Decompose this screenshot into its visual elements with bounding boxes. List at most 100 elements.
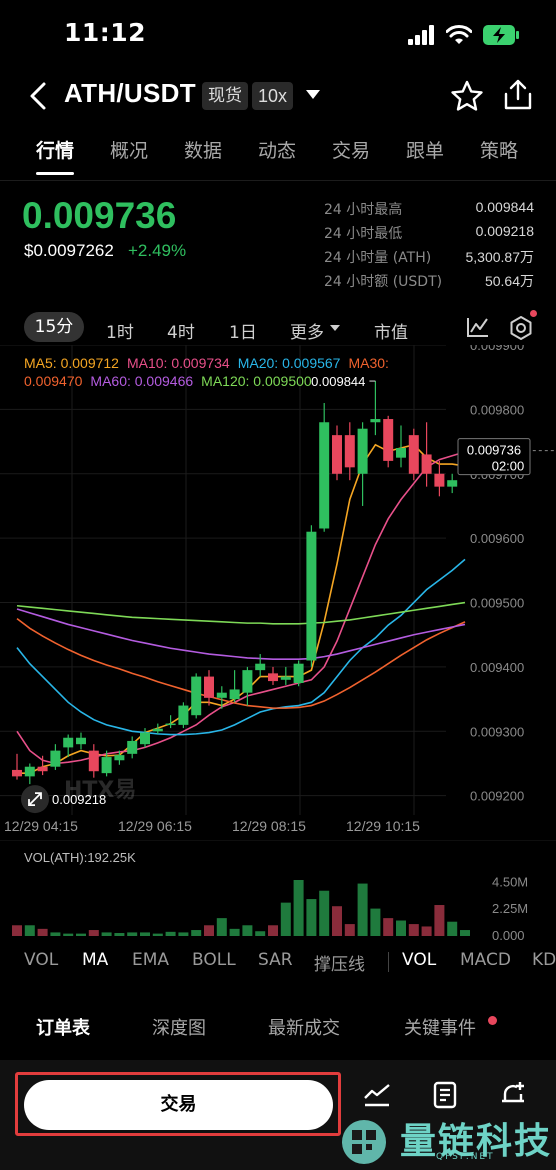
indicator-boll[interactable]: BOLL — [192, 950, 236, 970]
stat-value-24h-turnover: 50.64万 — [484, 273, 534, 289]
volume-bar — [280, 902, 291, 936]
ma-line-ma20 — [16, 558, 466, 736]
candle-body — [306, 531, 317, 661]
ma-line-ma5 — [17, 443, 466, 774]
expand-chart-icon — [21, 785, 49, 814]
notes-icon[interactable] — [430, 1080, 460, 1110]
tab-data[interactable]: 数据 — [184, 136, 222, 163]
candle-body — [447, 480, 458, 487]
interval-more[interactable]: 更多 — [290, 318, 324, 343]
tab-key-events[interactable]: 关键事件 — [404, 1014, 476, 1040]
candle-body — [140, 732, 150, 745]
ma30-legend: MA30: — [348, 355, 389, 371]
indicator-vol-main[interactable]: VOL — [24, 950, 58, 970]
volume-bar — [37, 928, 48, 936]
indicator-sar[interactable]: SAR — [258, 950, 293, 970]
candle-body — [12, 769, 22, 777]
status-time: 11:12 — [64, 18, 147, 47]
ma-line-ma60 — [16, 608, 466, 660]
stat-label-24h-low: 24 小时最低 — [324, 226, 403, 242]
volume-y-tick-label: 2.25M — [492, 901, 528, 916]
volume-bar — [178, 932, 189, 936]
interval-4h[interactable]: 4时 — [167, 318, 195, 343]
indicator-icon[interactable] — [466, 316, 490, 338]
volume-bar — [293, 880, 304, 936]
tab-depth-chart[interactable]: 深度图 — [152, 1014, 206, 1040]
candle-body — [50, 750, 61, 767]
volume-bar — [242, 925, 253, 936]
candle-body — [76, 737, 86, 745]
signal-icon — [408, 25, 434, 45]
interval-market-cap[interactable]: 市值 — [374, 318, 408, 343]
bottom-tabs: 订单表 深度图 最新成交 关键事件 — [0, 1014, 556, 1044]
interval-1h[interactable]: 1时 — [106, 318, 134, 343]
tab-copy-trade[interactable]: 跟单 — [406, 136, 444, 163]
chart-toggle-icon[interactable] — [362, 1080, 392, 1110]
chart-settings-icon[interactable] — [508, 315, 534, 341]
pair-dropdown-icon[interactable] — [306, 90, 320, 99]
tab-order-book[interactable]: 订单表 — [36, 1014, 90, 1040]
volume-bar — [421, 926, 432, 936]
volume-bar — [216, 918, 227, 936]
x-axis-label: 12/29 06:15 — [118, 818, 192, 834]
volume-y-tick-label: 0.000 — [492, 928, 525, 940]
volume-bar — [229, 928, 240, 936]
volume-bar — [447, 921, 458, 936]
volume-bar — [204, 925, 214, 936]
volume-bar — [357, 883, 368, 936]
tab-strategy[interactable]: 策略 — [480, 136, 518, 163]
volume-bar — [434, 905, 445, 936]
candle-body — [293, 663, 304, 684]
interval-1d[interactable]: 1日 — [229, 318, 257, 343]
indicator-kd[interactable]: KD — [532, 950, 556, 970]
tab-overview[interactable]: 概况 — [110, 136, 148, 163]
volume-bar — [255, 931, 266, 936]
stat-value-24h-volume: 5,300.87万 — [465, 249, 535, 265]
trade-button[interactable]: 交易 — [24, 1080, 333, 1130]
candle-body — [408, 435, 419, 474]
volume-bar — [24, 925, 35, 936]
candle-body — [421, 454, 432, 474]
candle-body — [191, 676, 202, 716]
candle-body — [383, 419, 394, 461]
trading-pair-title[interactable]: ATH/USDT — [64, 78, 196, 109]
add-alert-icon[interactable] — [498, 1080, 528, 1110]
header-divider — [0, 180, 556, 181]
indicator-macd[interactable]: MACD — [460, 950, 511, 970]
market-type-badge: 现货 — [202, 82, 248, 110]
x-axis-label: 12/29 04:15 — [4, 818, 78, 834]
candle-body — [229, 689, 240, 700]
volume-label: VOL(ATH):192.25K — [24, 850, 136, 865]
ma-line-ma120 — [16, 601, 466, 625]
indicator-support-resistance[interactable]: 撑压线 — [314, 950, 365, 975]
ma5-legend: MA5: 0.009712 — [24, 355, 119, 371]
y-tick-label: 0.009400 — [470, 660, 524, 675]
volume-bar — [76, 933, 86, 936]
candlestick-chart[interactable]: 0.0099000.0098000.0097000.0096000.009500… — [0, 345, 556, 815]
tab-market[interactable]: 行情 — [36, 136, 74, 163]
candle-body — [101, 757, 112, 774]
active-tab-indicator — [36, 172, 74, 175]
interval-15m[interactable]: 15分 — [24, 312, 84, 342]
tab-news[interactable]: 动态 — [258, 136, 296, 163]
tab-trade[interactable]: 交易 — [332, 136, 370, 163]
volume-bar — [152, 933, 163, 936]
y-tick-label: 0.009900 — [470, 345, 524, 353]
tab-latest-trades[interactable]: 最新成交 — [268, 1014, 340, 1040]
y-tick-label: 0.009800 — [470, 402, 524, 417]
ma120-legend: MA120: 0.009500 — [201, 373, 312, 389]
favorite-star-icon[interactable] — [450, 80, 484, 112]
x-axis-label: 12/29 08:15 — [232, 818, 306, 834]
indicator-ma[interactable]: MA — [82, 950, 108, 970]
ma20-legend: MA20: 0.009567 — [237, 355, 341, 371]
candle-body — [370, 419, 381, 423]
back-chevron-icon[interactable] — [24, 80, 54, 112]
candle-body — [344, 435, 355, 468]
stat-label-24h-turnover: 24 小时额 (USDT) — [324, 274, 443, 290]
volume-bar — [50, 932, 61, 936]
indicator-vol-sub[interactable]: VOL — [402, 950, 436, 970]
indicator-ema[interactable]: EMA — [132, 950, 169, 970]
volume-bar — [332, 906, 342, 936]
share-icon[interactable] — [502, 78, 534, 112]
candle-body — [24, 766, 35, 777]
